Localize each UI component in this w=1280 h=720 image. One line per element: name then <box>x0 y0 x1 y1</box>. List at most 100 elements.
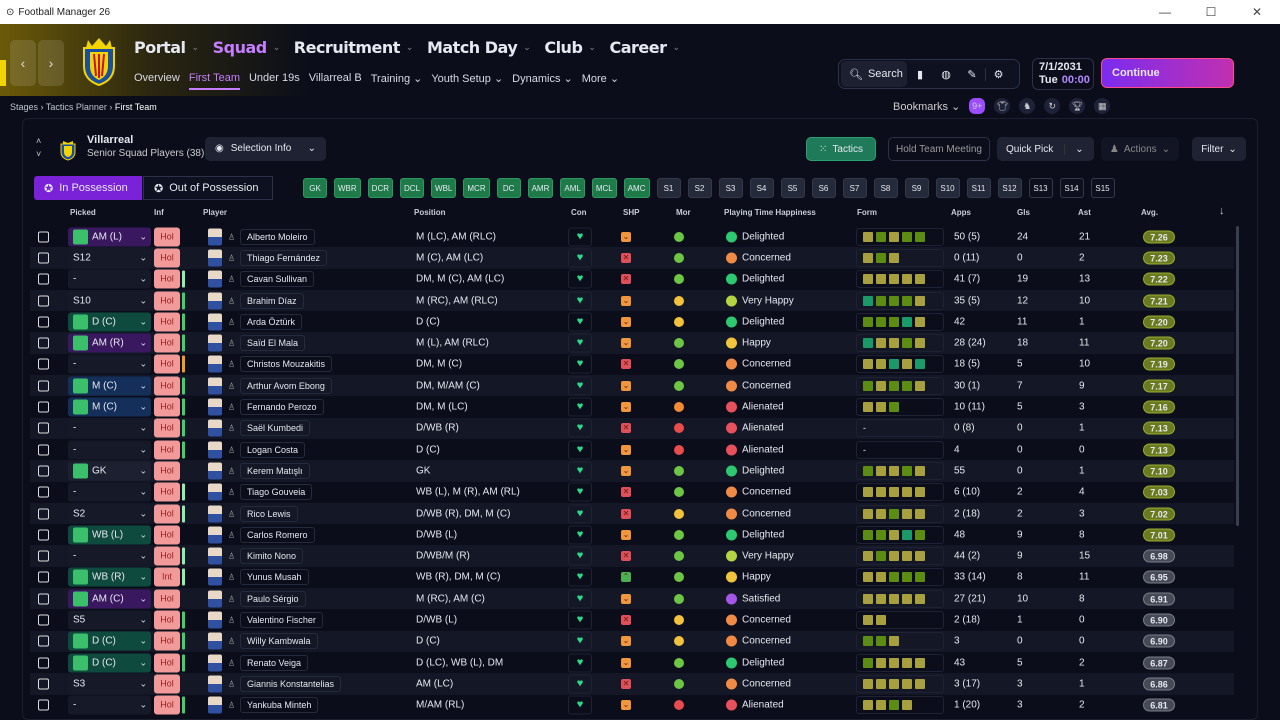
table-row[interactable]: S3 ⌄ Hol ♙ Giannis Konstantelias AM (LC) ♥ ✕ Con… <box>30 673 1234 695</box>
bookmark-icon[interactable]: ▮ <box>907 68 933 81</box>
player-name-link[interactable]: Rico Lewis <box>240 505 298 522</box>
table-row[interactable]: S5 ⌄ Hol ♙ Valentino Fischer D/WB (L) ♥ ✕ Concer… <box>30 609 1234 630</box>
subnav-2[interactable]: Under 19s <box>249 72 300 90</box>
player-name-link[interactable]: Cavan Sullivan <box>240 271 315 288</box>
slot-s14[interactable]: S14 <box>1059 178 1084 198</box>
filter-dropdown[interactable]: Filter ⌄ <box>1192 137 1246 161</box>
select-checkbox[interactable] <box>38 316 49 328</box>
slot-wbl[interactable]: WBL <box>431 178 457 198</box>
close-button[interactable]: ✕ <box>1234 5 1280 19</box>
refresh-icon[interactable]: ↻ <box>1044 98 1061 114</box>
picked-dropdown[interactable]: AM (C) ⌄ <box>68 589 151 609</box>
slot-s8[interactable]: S8 <box>873 178 898 198</box>
picked-dropdown[interactable]: WB (R) ⌄ <box>68 567 151 587</box>
picked-dropdown[interactable]: - ⌄ <box>68 695 151 715</box>
picked-dropdown[interactable]: D (C) ⌄ <box>68 312 151 332</box>
select-checkbox[interactable] <box>38 614 49 626</box>
slot-amr[interactable]: AMR <box>527 178 554 198</box>
selection-info-dropdown[interactable]: ◉ Selection Info ⌄ <box>205 137 326 161</box>
player-name-link[interactable]: Giannis Konstantelias <box>240 675 342 692</box>
picked-dropdown[interactable]: - ⌄ <box>68 546 151 566</box>
trophy-icon[interactable]: 🏆︎ <box>1069 98 1086 114</box>
select-checkbox[interactable] <box>38 465 49 477</box>
player-name-link[interactable]: Logan Costa <box>240 441 306 458</box>
table-row[interactable]: WB (R) ⌄ Int ♙ Yunus Musah WB (R), DM, M (C) ♥… <box>30 567 1234 588</box>
nav-portal[interactable]: Portal ⌄ <box>134 38 199 57</box>
table-row[interactable]: D (C) ⌄ Hol ♙ Arda Öztürk D (C) ♥ ⌄ Delighted 42 1… <box>30 311 1234 332</box>
col-apps[interactable]: Apps <box>951 208 971 217</box>
nav-match-day[interactable]: Match Day ⌄ <box>427 38 531 57</box>
player-name-link[interactable]: Yankuba Minteh <box>240 697 319 714</box>
bookmarks-dropdown[interactable]: Bookmarks ⌄ <box>893 100 960 113</box>
player-name-link[interactable]: Paulo Sérgio <box>240 590 306 607</box>
picked-dropdown[interactable]: S12 ⌄ <box>68 248 151 268</box>
select-checkbox[interactable] <box>38 529 49 541</box>
nav-recruitment[interactable]: Recruitment ⌄ <box>294 38 414 57</box>
col-player[interactable]: Player <box>203 208 227 217</box>
table-row[interactable]: D (C) ⌄ Hol ♙ Renato Veiga D (LC), WB (L), DM… <box>30 652 1234 673</box>
player-name-link[interactable]: Arda Öztürk <box>240 313 303 330</box>
nav-squad[interactable]: Squad ⌄ <box>213 38 281 57</box>
col-inf[interactable]: Inf <box>154 208 164 217</box>
picked-dropdown[interactable]: AM (R) ⌄ <box>68 333 151 353</box>
col-con[interactable]: Con <box>571 208 587 217</box>
subnav-7[interactable]: More ⌄ <box>582 72 619 90</box>
staff-icon[interactable]: ♞ <box>1019 98 1036 114</box>
slot-mcl[interactable]: MCL <box>591 178 617 198</box>
subnav-0[interactable]: Overview <box>134 72 180 90</box>
slot-s4[interactable]: S4 <box>749 178 774 198</box>
table-scrollbar[interactable] <box>1236 226 1239 526</box>
player-name-link[interactable]: Tiago Gouveia <box>240 484 313 501</box>
slot-s3[interactable]: S3 <box>718 178 743 198</box>
select-checkbox[interactable] <box>38 358 49 370</box>
picked-dropdown[interactable]: S2 ⌄ <box>68 504 151 523</box>
table-row[interactable]: GK ⌄ Hol ♙ Kerem Matışlı GK ♥ ⌄ Delighted 55 0 1 7.1… <box>30 460 1234 482</box>
picked-dropdown[interactable]: WB (L) ⌄ <box>68 525 151 545</box>
slot-amc[interactable]: AMC <box>623 178 650 198</box>
player-name-link[interactable]: Saïd El Mala <box>240 335 306 352</box>
tactics-button[interactable]: ⁙ Tactics <box>806 137 876 161</box>
picked-dropdown[interactable]: S5 ⌄ <box>68 610 151 630</box>
select-checkbox[interactable] <box>38 593 49 605</box>
slot-s7[interactable]: S7 <box>842 178 867 198</box>
table-row[interactable]: AM (R) ⌄ Hol ♙ Saïd El Mala M (L), AM (RLC) ♥ ⌄… <box>30 332 1234 354</box>
player-name-link[interactable]: Kerem Matışlı <box>240 462 310 479</box>
picked-dropdown[interactable]: - ⌄ <box>68 354 151 374</box>
player-name-link[interactable]: Christos Mouzakitis <box>240 356 333 373</box>
table-row[interactable]: - ⌄ Hol ♙ Kimito Nono D/WB/M (R) ♥ ✕ Very Happy 4… <box>30 545 1234 567</box>
slot-dcr[interactable]: DCR <box>367 178 394 198</box>
table-row[interactable]: S10 ⌄ Hol ♙ Brahim Díaz M (RC), AM (RLC) ♥ ⌄ Ver… <box>30 289 1234 312</box>
slot-s13[interactable]: S13 <box>1028 178 1053 198</box>
slot-s2[interactable]: S2 <box>687 178 712 198</box>
breadcrumb-stages[interactable]: Stages <box>10 102 38 112</box>
slot-s5[interactable]: S5 <box>780 178 805 198</box>
hold-team-meeting-button[interactable]: Hold Team Meeting <box>888 137 990 161</box>
breadcrumb-tactics-planner[interactable]: Tactics Planner <box>46 102 107 112</box>
select-checkbox[interactable] <box>38 273 49 285</box>
picked-dropdown[interactable]: - ⌄ <box>68 482 151 502</box>
table-row[interactable]: - ⌄ Hol ♙ Yankuba Minteh M/AM (RL) ♥ ⌄ Alienated… <box>30 695 1234 716</box>
col-gls[interactable]: Gls <box>1017 208 1030 217</box>
table-row[interactable]: - ⌄ Hol ♙ Christos Mouzakitis DM, M (C) ♥ ✕ Conc… <box>30 354 1234 375</box>
slot-gk[interactable]: GK <box>303 178 327 198</box>
player-name-link[interactable]: Valentino Fischer <box>240 611 323 628</box>
table-row[interactable]: S2 ⌄ Hol ♙ Rico Lewis D/WB (R), DM, M (C) ♥ ✕ Co… <box>30 502 1234 525</box>
slot-s9[interactable]: S9 <box>904 178 929 198</box>
picked-dropdown[interactable]: S3 ⌄ <box>68 674 151 694</box>
slot-dcl[interactable]: DCL <box>400 178 425 198</box>
sort-direction-icon[interactable]: ↓ <box>1219 205 1225 217</box>
minimize-button[interactable]: — <box>1142 5 1188 19</box>
table-row[interactable]: WB (L) ⌄ Hol ♙ Carlos Romero D/WB (L) ♥ ⌄ Deligh… <box>30 524 1234 545</box>
col-avg[interactable]: Avg. <box>1141 208 1158 217</box>
subnav-1[interactable]: First Team <box>188 72 240 90</box>
table-row[interactable]: AM (L) ⌄ Hol ♙ Alberto Moleiro M (LC), AM (RL… <box>30 226 1234 247</box>
select-checkbox[interactable] <box>38 508 49 519</box>
player-name-link[interactable]: Brahim Díaz <box>240 292 304 309</box>
table-row[interactable]: - ⌄ Hol ♙ Logan Costa D (C) ♥ ⌄ Alienated -4 0 0 7.1… <box>30 439 1234 460</box>
player-name-link[interactable]: Renato Veiga <box>240 654 309 671</box>
player-name-link[interactable]: Carlos Romero <box>240 526 315 543</box>
table-row[interactable]: D (C) ⌄ Hol ♙ Willy Kambwala D (C) ♥ ⌄ Concerned… <box>30 630 1234 652</box>
slot-s12[interactable]: S12 <box>997 178 1022 198</box>
select-checkbox[interactable] <box>38 635 49 647</box>
actions-dropdown[interactable]: ♟ Actions ⌄ <box>1101 137 1179 161</box>
